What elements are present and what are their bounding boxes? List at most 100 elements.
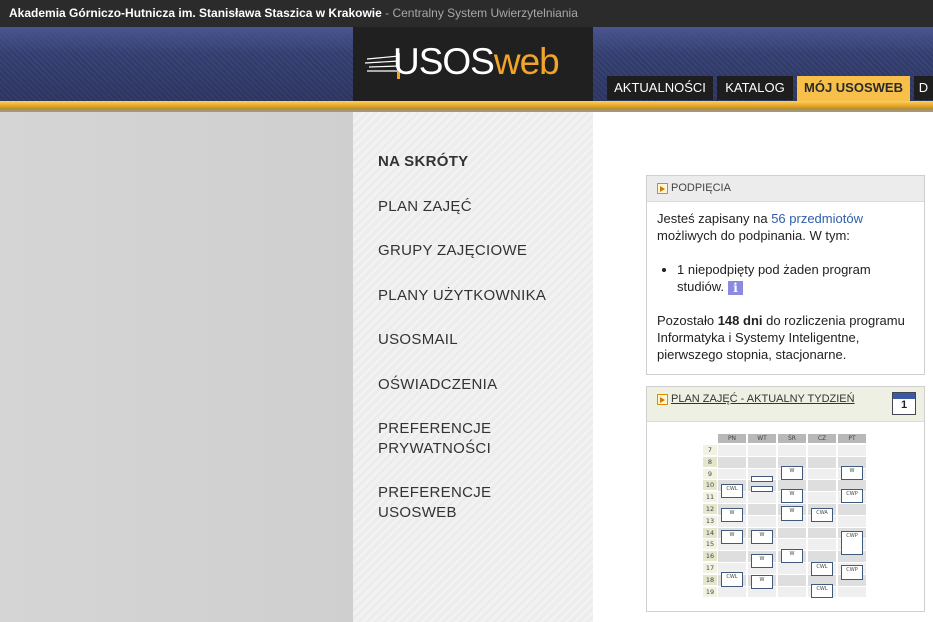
arrow-icon xyxy=(657,394,668,405)
sidebar-item-label-2: USOSWEB xyxy=(378,504,457,521)
left-background xyxy=(0,112,353,622)
tab-d[interactable]: D xyxy=(914,76,933,100)
calendar-day: 1 xyxy=(900,399,908,411)
sidebar-item-label: PLAN ZAJĘĆ xyxy=(378,198,472,215)
institution-bar: Akademia Górniczo-Hutnicza im. Stanisław… xyxy=(0,0,933,27)
timetable-cell xyxy=(778,445,806,456)
remaining-prefix: Pozostało xyxy=(657,313,718,328)
usosweb-logo[interactable]: USOSweb xyxy=(353,27,593,103)
timetable-cell xyxy=(808,445,836,456)
tab-moj-usosweb[interactable]: MÓJ USOSWEB xyxy=(797,76,910,103)
sidebar-item-grupy-zajeciowe[interactable]: GRUPY ZAJĘCIOWE xyxy=(378,241,578,261)
logo-usos: USOS xyxy=(393,41,495,82)
logo-web: web xyxy=(493,41,560,82)
arrow-icon xyxy=(657,183,668,194)
timetable-panel-header: PLAN ZAJĘĆ - AKTUALNY TYDZIEŃ xyxy=(647,387,924,422)
timetable-cell xyxy=(718,456,746,468)
tab-katalog[interactable]: KATALOG xyxy=(717,76,793,100)
timetable-event[interactable]: W xyxy=(781,548,803,563)
timetable-cell xyxy=(838,586,866,598)
timetable-event[interactable] xyxy=(751,486,773,493)
timetable-event[interactable]: W xyxy=(781,488,803,503)
day-header: PT xyxy=(838,434,866,443)
timetable-event[interactable]: CWA xyxy=(811,507,833,522)
hour-label: 12 xyxy=(703,504,717,514)
day-header: ŚR xyxy=(778,434,806,443)
sidebar-item-label: USOSMAIL xyxy=(378,331,458,348)
sidebar-item-plany-uzytkownika[interactable]: PLANY UŻYTKOWNIKA xyxy=(378,286,578,306)
sidebar-item-label: PREFERENCJE xyxy=(378,484,492,501)
timetable-event[interactable]: W xyxy=(751,574,773,589)
timetable-cell xyxy=(778,574,806,586)
timetable-event[interactable]: W xyxy=(721,529,743,545)
timetable-event[interactable]: W xyxy=(751,553,773,568)
timetable-cell xyxy=(808,539,836,551)
timetable-cell xyxy=(748,456,776,468)
hour-label: 18 xyxy=(703,574,717,585)
sidebar-item-preferencje-prywatnosci[interactable]: PREFERENCJE PRYWATNOŚCI xyxy=(378,419,578,459)
timetable-cell xyxy=(838,504,866,515)
sidebar-item-na-skroty[interactable]: NA SKRÓTY xyxy=(378,152,578,172)
summary-text-2: możliwych do podpinania. W tym: xyxy=(657,228,850,243)
timetable-event[interactable]: W xyxy=(781,466,803,481)
timetable-event[interactable]: W xyxy=(781,506,803,521)
timetable-event[interactable]: W xyxy=(721,507,743,522)
timetable-event[interactable]: CWL xyxy=(721,483,743,499)
sidebar-item-preferencje-usosweb[interactable]: PREFERENCJE USOSWEB xyxy=(378,483,578,523)
hour-label: 9 xyxy=(703,468,717,479)
subscriptions-panel-header: PODPIĘCIA xyxy=(647,176,924,202)
timetable-event[interactable]: CWL xyxy=(811,561,833,576)
panel-title: PODPIĘCIA xyxy=(671,182,731,194)
timetable-event[interactable]: CWP xyxy=(841,565,863,580)
timetable-cell xyxy=(808,468,836,480)
subjects-link[interactable]: 56 przedmiotów xyxy=(771,211,863,226)
timetable-cell xyxy=(808,480,836,492)
timetable-cell xyxy=(718,551,746,562)
timetable-cell xyxy=(718,468,746,480)
sidebar: NA SKRÓTY PLAN ZAJĘĆ GRUPY ZAJĘCIOWE PLA… xyxy=(353,112,593,622)
timetable-cell xyxy=(748,515,776,527)
timetable-event[interactable] xyxy=(751,475,773,482)
timetable-cell xyxy=(718,445,746,456)
timetable-link[interactable]: PLAN ZAJĘĆ - AKTUALNY TYDZIEŃ xyxy=(671,387,855,411)
remaining-time: Pozostało 148 dni do rozliczenia program… xyxy=(657,312,914,363)
timetable-cell xyxy=(718,586,746,598)
timetable-cell xyxy=(748,504,776,515)
timetable-event[interactable]: CWL xyxy=(721,572,743,587)
sidebar-item-usosmail[interactable]: USOSMAIL xyxy=(378,330,578,350)
timetable-event[interactable]: CWP xyxy=(841,488,863,503)
sidebar-item-label: PLANY UŻYTKOWNIKA xyxy=(378,287,547,304)
day-header: CZ xyxy=(808,434,836,443)
timetable-event[interactable]: CWP xyxy=(841,531,863,555)
timetable-cell xyxy=(838,515,866,527)
subscriptions-panel-body: Jesteś zapisany na 56 przedmiotów możliw… xyxy=(647,202,924,369)
hour-label: 16 xyxy=(703,551,717,562)
timetable-cell xyxy=(808,456,836,468)
sidebar-item-oswiadczenia[interactable]: OŚWIADCZENIA xyxy=(378,375,578,395)
timetable-cell xyxy=(778,563,806,574)
sidebar-item-plan-zajec[interactable]: PLAN ZAJĘĆ xyxy=(378,197,578,217)
timetable-event[interactable]: CWL xyxy=(811,584,833,599)
timetable-cell xyxy=(808,551,836,562)
timetable-cell xyxy=(808,527,836,539)
calendar-icon[interactable]: 1 xyxy=(892,392,916,415)
gold-bar xyxy=(0,101,933,108)
timetable-cell xyxy=(778,586,806,598)
day-header: WT xyxy=(748,434,776,443)
remaining-days: 148 dni xyxy=(717,313,763,328)
hour-label: 17 xyxy=(703,563,717,573)
info-icon[interactable]: i xyxy=(727,280,743,295)
timetable-event[interactable]: W xyxy=(751,529,773,545)
subscriptions-list: 1 niepodpięty pod żaden program studiów.… xyxy=(657,261,914,295)
list-item: 1 niepodpięty pod żaden program studiów.… xyxy=(677,261,914,295)
tab-aktualnosci[interactable]: AKTUALNOŚCI xyxy=(607,76,713,100)
system-name: - Centralny System Uwierzytelniania xyxy=(381,6,578,20)
timetable-cell xyxy=(838,445,866,456)
logo-text: USOSweb xyxy=(393,41,560,83)
hour-label: 7 xyxy=(703,445,717,455)
day-header: PN xyxy=(718,434,746,443)
timetable-cell xyxy=(808,492,836,503)
sidebar-item-label: PREFERENCJE xyxy=(378,420,492,437)
timetable-event[interactable]: W xyxy=(841,466,863,481)
timetable-cell xyxy=(748,492,776,503)
